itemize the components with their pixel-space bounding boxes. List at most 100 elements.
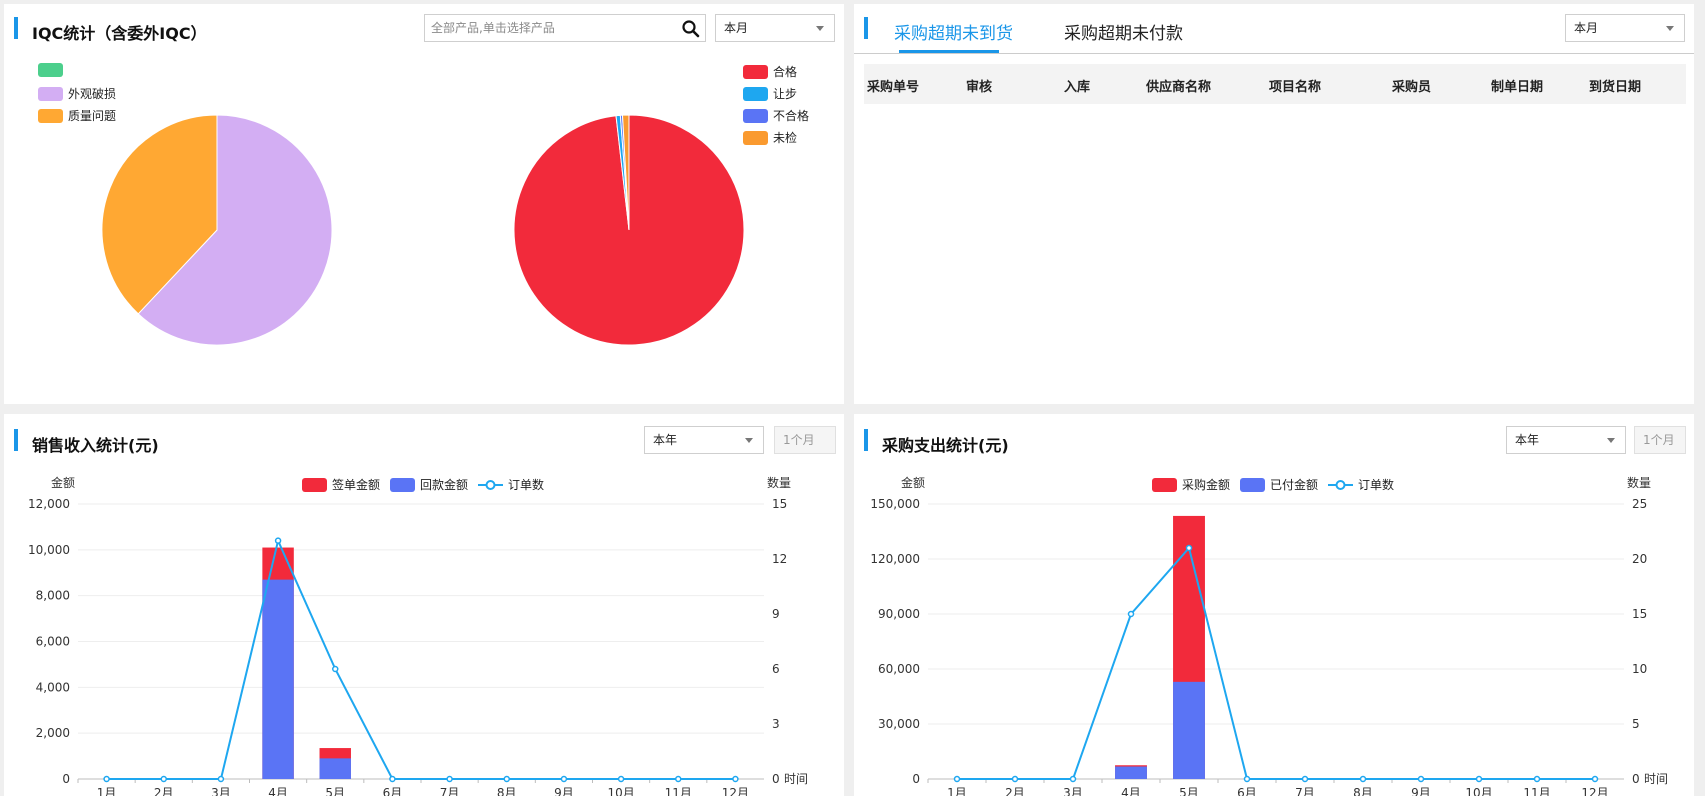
y-right-tick-label: 12 xyxy=(772,552,787,566)
line-point xyxy=(1127,610,1135,618)
x-axis-title: 时间 xyxy=(784,772,808,786)
table-header: 采购单号 审核 入库 供应商名称 项目名称 采购员 制单日期 到货日期 xyxy=(864,64,1686,104)
line-point xyxy=(1011,775,1019,783)
sales-income-panel: 销售收入统计(元) 本年 1个月 0 2,000 4,000 6,000 8,000 10… xyxy=(4,414,844,796)
y-right-tick-label: 15 xyxy=(1632,607,1647,621)
line-point xyxy=(1243,775,1251,783)
legend-label: 采购金额 xyxy=(1182,477,1230,492)
x-tick-label: 4月 xyxy=(1121,786,1141,796)
line-point xyxy=(160,775,167,783)
bar-part xyxy=(262,579,294,779)
chevron-down-icon xyxy=(1666,26,1674,31)
x-tick-label: 7月 xyxy=(1295,786,1315,796)
x-tick-label: 9月 xyxy=(554,786,574,796)
line-point xyxy=(389,775,396,783)
line-point xyxy=(1301,775,1309,783)
y-right-tick-label: 15 xyxy=(772,497,787,511)
x-tick-label: 5月 xyxy=(1179,786,1199,796)
line-point xyxy=(1591,775,1599,783)
iqc-panel: IQC统计（含委外IQC） 本月 外观破损质量问题 合格让步不合格未检 xyxy=(4,4,844,404)
col-warehousing[interactable]: 入库 xyxy=(1064,76,1090,95)
x-tick-label: 12月 xyxy=(722,786,749,796)
y-tick-label: 6,000 xyxy=(36,635,70,649)
col-supplier[interactable]: 供应商名称 xyxy=(1146,76,1211,95)
x-tick-label: 4月 xyxy=(268,786,288,796)
defect-pie-chart xyxy=(101,114,745,346)
line-point xyxy=(1185,544,1193,552)
line-point xyxy=(446,775,453,783)
line-point xyxy=(732,775,739,783)
x-tick-label: 6月 xyxy=(383,786,403,796)
line-point xyxy=(1359,775,1367,783)
y-right-tick-label: 20 xyxy=(1632,552,1647,566)
x-tick-label: 10月 xyxy=(607,786,634,796)
y-tick-label: 8,000 xyxy=(36,589,70,603)
purchase-expense-panel: 采购支出统计(元) 本年 1个月 0 30,000 60,000 90,000 120,… xyxy=(854,414,1694,796)
bar-part xyxy=(319,758,351,779)
x-tick-label: 2月 xyxy=(154,786,174,796)
y-tick-label: 90,000 xyxy=(878,607,920,621)
y-right-axis-title: 数量 xyxy=(1627,475,1651,490)
y-axis-title: 金额 xyxy=(901,475,925,490)
y-tick-label: 60,000 xyxy=(878,662,920,676)
x-tick-label: 3月 xyxy=(1063,786,1083,796)
y-right-tick-label: 9 xyxy=(772,607,780,621)
x-axis-title: 时间 xyxy=(1644,772,1668,786)
line-point xyxy=(1533,775,1541,783)
x-tick-label: 8月 xyxy=(497,786,517,796)
line-point xyxy=(503,775,510,783)
line-point xyxy=(274,537,282,544)
x-tick-label: 2月 xyxy=(1005,786,1025,796)
legend-marker xyxy=(1335,480,1346,490)
sales-combo-chart: 0 2,000 4,000 6,000 8,000 10,000 12,000 0 3 6 9 12 1… xyxy=(28,475,808,796)
x-tick-label: 7月 xyxy=(440,786,460,796)
tabs-divider xyxy=(854,53,1694,54)
col-buyer[interactable]: 采购员 xyxy=(1392,76,1431,95)
x-tick-label: 6月 xyxy=(1237,786,1257,796)
tab-overdue-arrival[interactable]: 采购超期未到货 xyxy=(894,19,1013,44)
series-line xyxy=(106,537,736,780)
x-tick-label: 3月 xyxy=(211,786,231,796)
x-tick-label: 12月 xyxy=(1581,786,1608,796)
legend-label: 签单金额 xyxy=(332,477,380,492)
y-right-tick-label: 3 xyxy=(772,717,780,731)
y-tick-label: 150,000 xyxy=(870,497,920,511)
col-approval[interactable]: 审核 xyxy=(966,76,992,95)
y-right-tick-label: 6 xyxy=(772,662,780,676)
legend-marker xyxy=(485,480,496,490)
x-tick-label: 5月 xyxy=(325,786,345,796)
legend-label: 订单数 xyxy=(1358,477,1394,492)
series-line xyxy=(957,545,1595,780)
y-tick-label: 0 xyxy=(912,772,920,786)
overdue-period-select[interactable]: 本月 xyxy=(1565,14,1685,42)
legend-swatch xyxy=(1152,478,1177,492)
line-point xyxy=(675,775,682,783)
y-tick-label: 30,000 xyxy=(878,717,920,731)
y-tick-label: 120,000 xyxy=(870,552,920,566)
x-tick-label: 10月 xyxy=(1465,786,1492,796)
line-point xyxy=(103,775,110,783)
y-tick-label: 10,000 xyxy=(28,543,70,557)
legend-label: 回款金额 xyxy=(420,477,468,492)
y-tick-label: 4,000 xyxy=(36,680,70,694)
col-project[interactable]: 项目名称 xyxy=(1269,76,1321,95)
purchase-overdue-panel: 采购超期未到货 采购超期未付款 本月 采购单号 审核 入库 供应商名称 项目名称… xyxy=(854,4,1694,404)
y-tick-label: 12,000 xyxy=(28,497,70,511)
legend-swatch xyxy=(390,478,415,492)
legend-label: 已付金额 xyxy=(1270,477,1318,492)
col-arrival-date[interactable]: 到货日期 xyxy=(1589,76,1641,95)
y-right-tick-label: 5 xyxy=(1632,717,1640,731)
x-tick-label: 1月 xyxy=(97,786,117,796)
x-tick-label: 1月 xyxy=(947,786,967,796)
expense-combo-chart: 0 30,000 60,000 90,000 120,000 150,000 0 5 10 15 2… xyxy=(870,475,1668,796)
col-created-date[interactable]: 制单日期 xyxy=(1491,76,1543,95)
line-point xyxy=(953,775,961,783)
bar-part xyxy=(1173,681,1205,779)
x-tick-label: 11月 xyxy=(665,786,692,796)
y-right-tick-label: 0 xyxy=(772,772,780,786)
bar-part xyxy=(1115,766,1147,779)
tab-overdue-payment[interactable]: 采购超期未付款 xyxy=(1064,19,1183,44)
y-right-axis-title: 数量 xyxy=(767,475,791,490)
col-order-no[interactable]: 采购单号 xyxy=(867,76,919,95)
select-value: 本月 xyxy=(1574,21,1599,35)
